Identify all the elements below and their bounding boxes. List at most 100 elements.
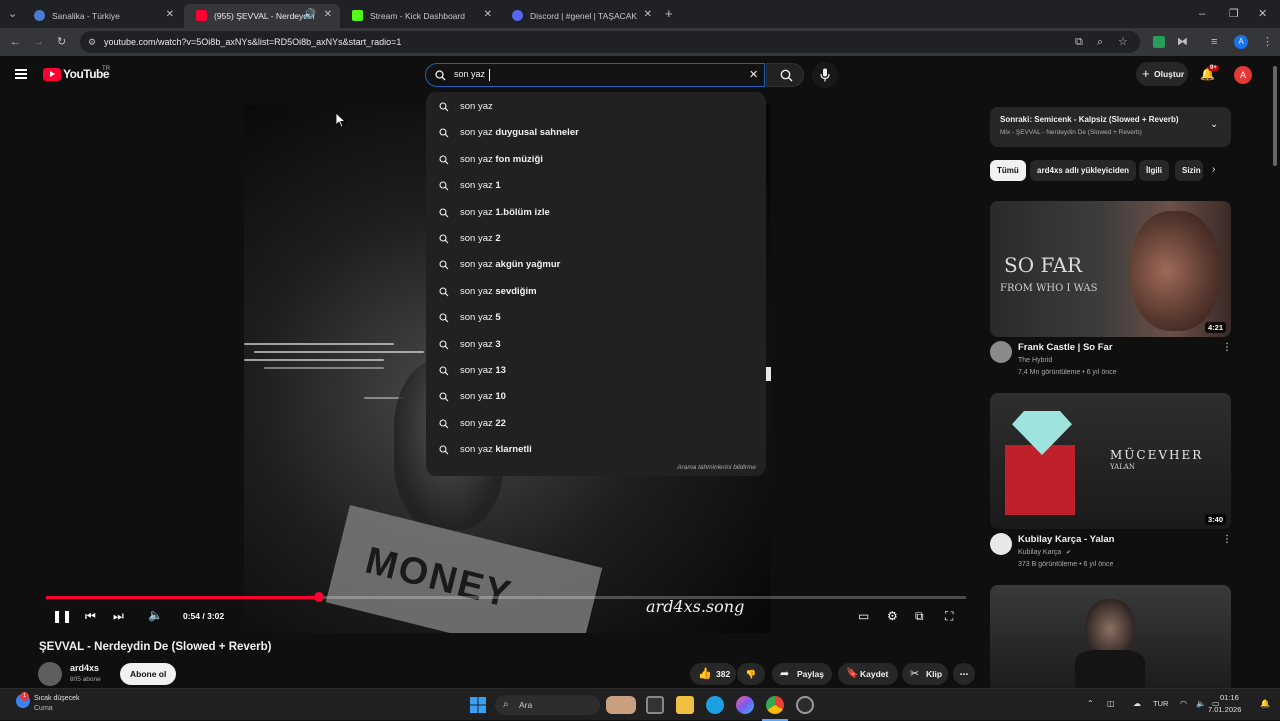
page-scrollbar[interactable]	[1270, 56, 1280, 688]
search-suggestion[interactable]: son yaz 10	[426, 385, 766, 409]
search-suggestion[interactable]: son yaz 13	[426, 359, 766, 383]
volume-tray-icon[interactable]: 🔈	[1196, 699, 1206, 708]
new-tab-icon[interactable]: +	[665, 7, 673, 20]
weather-text[interactable]: Sıcak düşecek	[34, 695, 80, 702]
taskbar-search[interactable]: ⌕ Ara	[495, 695, 600, 715]
search-suggestion[interactable]: son yaz fon müziği	[426, 148, 766, 172]
close-icon[interactable]: ✕	[644, 9, 652, 20]
window-close-icon[interactable]: ✕	[1258, 8, 1267, 20]
chevron-right-icon[interactable]: ›	[1212, 164, 1215, 175]
hamburger-menu-icon[interactable]	[15, 69, 27, 79]
extension-icon[interactable]	[1153, 36, 1165, 48]
github-icon[interactable]	[796, 696, 814, 714]
zoom-icon[interactable]: ⌕	[1097, 36, 1103, 48]
chip-for-you[interactable]: Sizin	[1175, 160, 1203, 181]
search-suggestion[interactable]: son yaz	[426, 95, 766, 119]
tab-kick[interactable]: Stream - Kick Dashboard ✕	[340, 4, 500, 28]
search-suggestion[interactable]: son yaz 5	[426, 306, 766, 330]
clip-button[interactable]: ✂ Klip	[902, 663, 948, 685]
search-highlight-icon[interactable]	[606, 696, 636, 714]
reading-list-icon[interactable]: ≡	[1211, 36, 1217, 48]
video-title[interactable]: Kubilay Karça - Yalan	[1018, 534, 1114, 545]
maximize-icon[interactable]: ❐	[1229, 8, 1239, 20]
forward-icon[interactable]: →	[33, 36, 44, 48]
search-suggestion[interactable]: son yaz klarnetli	[426, 438, 766, 462]
account-avatar[interactable]: A	[1234, 66, 1252, 84]
share-button[interactable]: ➦ Paylaş	[772, 663, 832, 685]
task-view-icon[interactable]	[646, 696, 664, 714]
search-suggestion[interactable]: son yaz duygusal sahneler	[426, 121, 766, 145]
channel-avatar[interactable]	[38, 662, 62, 686]
save-button[interactable]: 🔖 Kaydet	[838, 663, 898, 685]
dislike-button[interactable]: 👎	[737, 663, 765, 685]
chrome-icon[interactable]	[766, 696, 784, 714]
next-icon[interactable]: ⏭	[113, 609, 124, 624]
scrollbar-thumb[interactable]	[1273, 66, 1277, 166]
chip-related[interactable]: İlgili	[1139, 160, 1169, 181]
notification-center-icon[interactable]: 🔔	[1260, 699, 1270, 708]
chip-all[interactable]: Tümü	[990, 160, 1026, 181]
tray-overflow-icon[interactable]: ⌃	[1087, 699, 1094, 708]
tray-app-icon[interactable]: ◫	[1107, 699, 1115, 708]
clear-search-icon[interactable]: ✕	[749, 68, 758, 81]
tray-cloud-icon[interactable]: ☁	[1133, 699, 1141, 708]
video-thumbnail[interactable]	[990, 585, 1231, 688]
fullscreen-icon[interactable]: ⛶	[945, 609, 953, 624]
settings-gear-icon[interactable]: ⚙	[887, 609, 898, 623]
search-suggestion[interactable]: son yaz sevdiğim	[426, 280, 766, 304]
voice-search-button[interactable]	[812, 62, 838, 88]
more-options-icon[interactable]: ⋮	[1222, 342, 1232, 353]
like-button[interactable]: 👍 382	[690, 663, 736, 685]
report-predictions-link[interactable]: Arama tahminlerini bildirme	[677, 464, 756, 471]
address-bar[interactable]: ⚙ youtube.com/watch?v=5Oi8b_axNYs&list=R…	[80, 31, 1140, 53]
pause-icon[interactable]: ❚❚	[52, 609, 72, 623]
edge-icon[interactable]	[706, 696, 724, 714]
more-actions-button[interactable]: ⋯	[953, 663, 975, 685]
minimize-icon[interactable]: –	[1199, 8, 1205, 20]
subscribe-button[interactable]: Abone ol	[120, 663, 177, 685]
youtube-logo-icon[interactable]	[43, 68, 61, 81]
channel-avatar[interactable]	[990, 533, 1012, 555]
language-indicator[interactable]: TUR	[1153, 699, 1168, 708]
extensions-puzzle-icon[interactable]: ⧓	[1177, 36, 1188, 48]
video-channel[interactable]: Kubilay Karça	[1018, 549, 1061, 556]
menu-dots-icon[interactable]: ⋮	[1262, 36, 1273, 48]
create-button[interactable]: + Oluştur	[1136, 62, 1188, 86]
close-icon[interactable]: ✕	[166, 9, 174, 20]
video-channel[interactable]: The Hybrid	[1018, 357, 1052, 364]
close-icon[interactable]: ✕	[324, 9, 332, 20]
search-suggestion[interactable]: son yaz 2	[426, 227, 766, 251]
site-info-icon[interactable]: ⚙	[88, 36, 96, 48]
tab-search-icon[interactable]: ⌄	[8, 8, 17, 20]
volume-icon[interactable]: 🔈	[148, 608, 163, 622]
install-icon[interactable]: ⧉	[1075, 36, 1083, 48]
search-suggestion[interactable]: son yaz 3	[426, 333, 766, 357]
channel-avatar[interactable]	[990, 341, 1012, 363]
start-button[interactable]	[469, 696, 487, 714]
video-thumbnail[interactable]: MÜCEVHER YALAN 3:40	[990, 393, 1231, 529]
copilot-icon[interactable]	[736, 696, 754, 714]
tab-discord[interactable]: Discord | #genel | TAŞACAK BU ✕	[500, 4, 660, 28]
video-title[interactable]: Frank Castle | So Far	[1018, 342, 1113, 353]
search-suggestion[interactable]: son yaz 1	[426, 174, 766, 198]
search-suggestion[interactable]: son yaz akgün yağmur	[426, 253, 766, 277]
profile-avatar[interactable]: A	[1234, 35, 1248, 49]
progress-bar[interactable]	[46, 592, 966, 602]
tab-sanalika[interactable]: Sanalika - Türkiye ✕	[22, 4, 182, 28]
speaker-icon[interactable]: 🔊	[304, 9, 316, 20]
subtitles-icon[interactable]: ▭	[858, 609, 869, 623]
bookmark-star-icon[interactable]: ☆	[1118, 36, 1128, 48]
search-button[interactable]	[766, 63, 804, 87]
miniplayer-icon[interactable]: ⧉	[915, 609, 924, 624]
clock-time[interactable]: 01:16	[1220, 693, 1239, 702]
chevron-down-icon[interactable]: ⌄	[1210, 119, 1218, 130]
wifi-icon[interactable]: ◠	[1180, 699, 1187, 708]
more-options-icon[interactable]: ⋮	[1222, 534, 1232, 545]
back-icon[interactable]: ←	[10, 36, 21, 48]
search-suggestion[interactable]: son yaz 22	[426, 412, 766, 436]
up-next-card[interactable]: Sonraki: Semicenk - Kalpsiz (Slowed + Re…	[990, 107, 1231, 147]
file-explorer-icon[interactable]	[676, 696, 694, 714]
close-icon[interactable]: ✕	[484, 9, 492, 20]
channel-name[interactable]: ard4xs	[70, 663, 99, 673]
chip-uploader[interactable]: ard4xs adlı yükleyiciden	[1030, 160, 1137, 181]
